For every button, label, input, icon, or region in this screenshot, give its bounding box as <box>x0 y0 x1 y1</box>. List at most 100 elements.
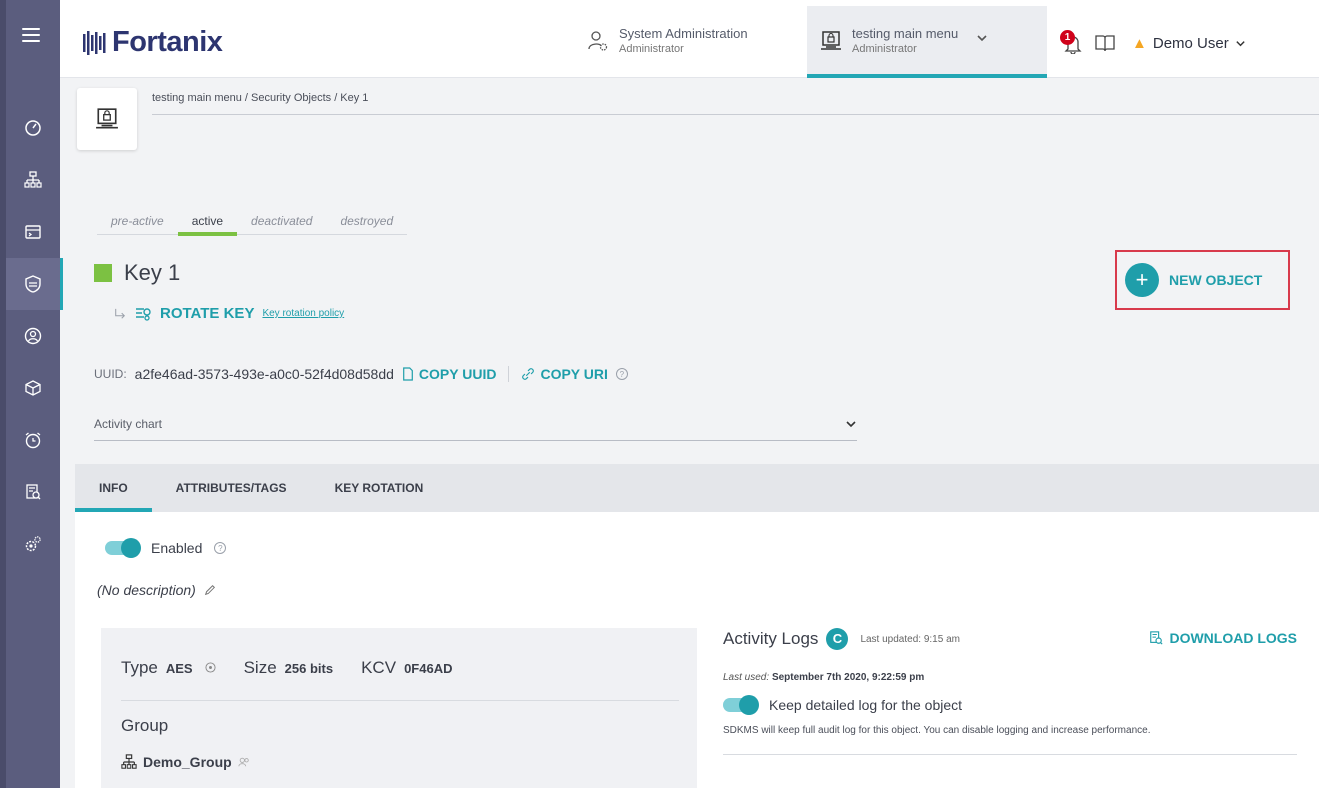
size-value: 256 bits <box>284 661 334 676</box>
key-rotation-policy-link[interactable]: Key rotation policy <box>262 308 344 319</box>
apps-icon[interactable] <box>6 206 60 258</box>
state-active: active <box>177 214 238 236</box>
chevron-down-icon <box>1236 40 1245 46</box>
uuid-label: UUID: <box>94 367 127 381</box>
keep-log-label: Keep detailed log for the object <box>769 697 963 713</box>
link-icon <box>522 368 535 380</box>
security-objects-icon[interactable] <box>6 258 63 310</box>
group-value-row: Demo_Group <box>121 754 250 770</box>
download-logs-button[interactable]: DOWNLOAD LOGS <box>1149 630 1297 646</box>
fortanix-logo[interactable]: Fortanix <box>82 26 223 59</box>
new-object-button[interactable]: + NEW OBJECT <box>1115 250 1290 310</box>
audit-logs-icon[interactable] <box>6 466 60 518</box>
admin-user-icon <box>588 31 608 51</box>
divider <box>121 700 679 701</box>
notification-badge: 1 <box>1060 30 1075 45</box>
groups-icon[interactable] <box>6 154 60 206</box>
user-menu[interactable]: ▲ Demo User <box>1132 35 1246 52</box>
system-account-title: System Administration <box>619 26 748 41</box>
copy-uuid-button[interactable]: COPY UUID <box>402 366 497 382</box>
fortanix-mark-icon <box>83 30 106 55</box>
new-object-label: NEW OBJECT <box>1169 272 1263 288</box>
breadcrumb[interactable]: testing main menu / Security Objects / K… <box>152 92 368 104</box>
app-root: Fortanix System Administration Administr… <box>0 0 1319 788</box>
group-members-icon[interactable] <box>238 756 250 768</box>
docs-book-icon[interactable] <box>1094 33 1116 53</box>
keep-log-toggle[interactable] <box>723 695 759 715</box>
activity-chart-dropdown[interactable]: Activity chart <box>94 408 857 441</box>
activity-logs: Activity Logs C Last updated: 9:15 am DO… <box>723 628 1313 755</box>
enabled-toggle[interactable] <box>105 538 141 558</box>
warning-icon: ▲ <box>1132 34 1147 52</box>
header-tools: 1 ▲ Demo User <box>1060 30 1246 55</box>
breadcrumb-divider <box>152 114 1319 115</box>
main-content: testing main menu / Security Objects / K… <box>60 78 1319 788</box>
key-details-box: Type AES Size 256 bits KCV 0F46AD Group … <box>101 628 697 788</box>
user-name: Demo User <box>1152 34 1229 52</box>
tab-key-rotation[interactable]: KEY ROTATION <box>311 464 448 512</box>
chevron-down-icon <box>846 421 856 428</box>
app-account-selector[interactable]: testing main menu Administrator <box>807 6 1047 78</box>
security-object-icon-box <box>77 88 137 150</box>
rotate-key-icon <box>136 307 151 321</box>
help-icon[interactable]: ? <box>214 542 227 554</box>
chevron-down-icon <box>977 35 987 42</box>
state-destroyed: destroyed <box>340 214 394 228</box>
brand-name: Fortanix <box>112 26 223 58</box>
key-title: Key 1 <box>94 260 180 286</box>
group-icon <box>121 754 137 769</box>
uuid-row: UUID: a2fe46ad-3573-493e-a0c0-52f4d08d58… <box>94 366 628 382</box>
size-label: Size <box>243 658 277 677</box>
enabled-label: Enabled <box>151 540 203 556</box>
activity-chart-label: Activity chart <box>94 417 163 431</box>
plugins-icon[interactable] <box>6 362 60 414</box>
dashboard-icon[interactable] <box>6 102 60 154</box>
description-row: (No description) <box>97 582 216 598</box>
rotate-key-row: ROTATE KEY Key rotation policy <box>114 305 344 322</box>
top-bar: Fortanix System Administration Administr… <box>60 0 1319 78</box>
state-pre-active: pre-active <box>111 214 164 228</box>
side-nav <box>0 0 63 788</box>
group-label: Group <box>121 716 169 735</box>
app-account-title: testing main menu <box>852 26 959 41</box>
copy-uri-button[interactable]: COPY URI <box>521 366 608 382</box>
last-used-label: Last used: <box>723 672 770 683</box>
radio-info-icon[interactable] <box>205 662 216 673</box>
enabled-row: Enabled ? <box>105 538 227 558</box>
tab-info[interactable]: INFO <box>75 464 152 512</box>
last-used-row: Last used: September 7th 2020, 9:22:59 p… <box>723 672 1313 683</box>
copy-icon <box>403 367 413 381</box>
system-account-role: Administrator <box>619 43 684 55</box>
info-panel: Enabled ? (No description) Type AES Size… <box>75 512 1319 788</box>
download-logs-icon <box>1150 631 1164 645</box>
notifications-button[interactable]: 1 <box>1060 30 1084 55</box>
keep-log-row: Keep detailed log for the object <box>723 695 1313 715</box>
rotate-key-button[interactable]: ROTATE KEY <box>160 305 254 322</box>
tasks-alarm-icon[interactable] <box>6 414 60 466</box>
users-icon[interactable] <box>6 310 60 362</box>
computer-lock-icon <box>96 108 118 129</box>
system-admin-account[interactable]: System Administration Administrator <box>587 26 748 57</box>
uuid-value: a2fe46ad-3573-493e-a0c0-52f4d08d58dd <box>134 366 394 382</box>
active-status-square <box>94 264 112 282</box>
app-account: testing main menu Administrator <box>820 26 988 57</box>
lifecycle-states: pre-active active deactivated destroyed <box>97 214 408 236</box>
copy-uuid-label: COPY UUID <box>418 366 497 382</box>
divider <box>723 754 1297 755</box>
description-text: (No description) <box>97 582 196 598</box>
edit-pencil-icon[interactable] <box>204 584 216 596</box>
activity-logs-title: Activity Logs <box>723 629 819 648</box>
settings-icon[interactable] <box>6 518 60 570</box>
group-name-link[interactable]: Demo_Group <box>143 754 232 770</box>
refresh-icon[interactable]: C <box>826 628 849 650</box>
help-icon[interactable]: ? <box>615 368 628 380</box>
type-value: AES <box>165 661 193 676</box>
copy-uri-label: COPY URI <box>540 366 608 382</box>
menu-icon[interactable] <box>22 28 40 42</box>
logging-note: SDKMS will keep full audit log for this … <box>723 725 1151 736</box>
download-logs-label: DOWNLOAD LOGS <box>1169 630 1297 646</box>
last-used-value: September 7th 2020, 9:22:59 pm <box>771 672 925 683</box>
last-updated: Last updated: 9:15 am <box>860 633 960 645</box>
tab-attributes-tags[interactable]: ATTRIBUTES/TAGS <box>152 464 311 512</box>
object-tabs: INFO ATTRIBUTES/TAGS KEY ROTATION <box>75 464 1319 512</box>
